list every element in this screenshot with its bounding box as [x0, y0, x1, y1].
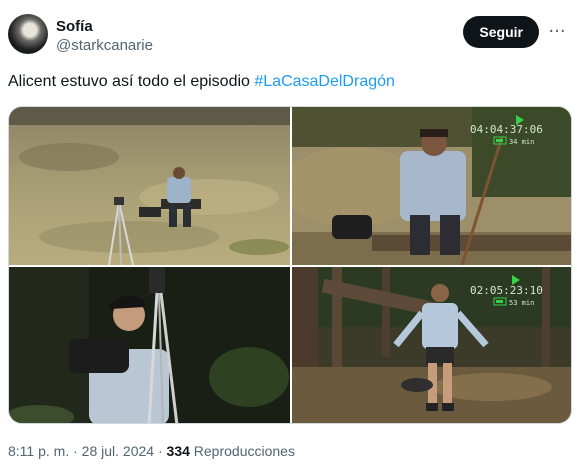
media-grid: 04:04:37:06 34 min 02:05:23:10 53 min [8, 106, 572, 424]
camera-operator-photo [9, 267, 290, 423]
camera-battery-4: 53 min [509, 299, 534, 307]
camera-timestamp-2: 04:04:37:06 [470, 123, 543, 136]
author-block: Sofía @starkcanarie [56, 18, 153, 55]
tweet-body: Alicent estuvo así todo el episodio [8, 73, 255, 90]
tweet-time[interactable]: 8:11 p. m. [8, 443, 69, 459]
author-display-name[interactable]: Sofía [56, 18, 153, 36]
hashtag-link[interactable]: #LaCasaDelDragón [254, 73, 395, 90]
tweet-metadata: 8:11 p. m. · 28 jul. 2024 · 334 Reproduc… [8, 443, 295, 459]
meta-separator: · [69, 443, 82, 459]
hillside-photo-2: 04:04:37:06 34 min [292, 107, 571, 265]
follow-button[interactable]: Seguir [463, 16, 539, 48]
views-label: Reproducciones [189, 443, 295, 459]
media-image-4[interactable]: 02:05:23:10 53 min [292, 267, 571, 423]
media-image-1[interactable] [9, 107, 290, 265]
avatar[interactable] [8, 14, 48, 54]
camera-battery-2: 34 min [509, 138, 534, 146]
more-options-icon[interactable]: ··· [545, 20, 569, 44]
media-image-2[interactable]: 04:04:37:06 34 min [292, 107, 571, 265]
meta-separator: · [154, 443, 167, 459]
tweet-header: Sofía @starkcanarie Seguir ··· [8, 14, 569, 58]
hillside-photo-1 [9, 107, 290, 265]
tweet-text: Alicent estuvo así todo el episodio #LaC… [8, 72, 395, 92]
forest-photo: 02:05:23:10 53 min [292, 267, 571, 423]
views-count: 334 [166, 443, 190, 459]
media-image-3[interactable] [9, 267, 290, 423]
author-handle[interactable]: @starkcanarie [56, 37, 153, 55]
tweet-date[interactable]: 28 jul. 2024 [82, 443, 154, 459]
camera-timestamp-4: 02:05:23:10 [470, 284, 543, 297]
